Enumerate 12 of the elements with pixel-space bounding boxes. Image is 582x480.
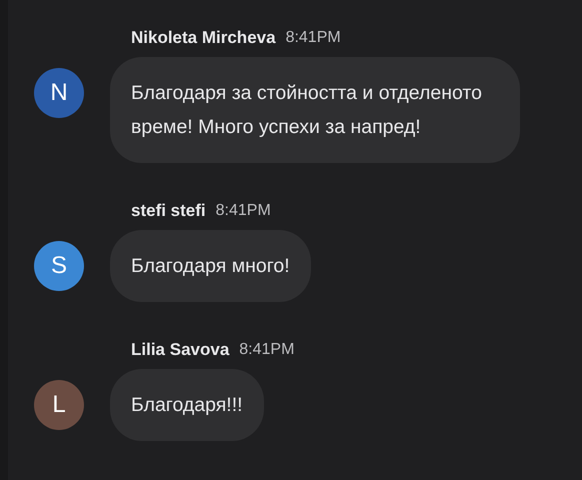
avatar: N bbox=[34, 68, 84, 118]
avatar: S bbox=[34, 241, 84, 291]
avatar: L bbox=[34, 380, 84, 430]
sender-name: Lilia Savova bbox=[131, 339, 230, 362]
message-time: 8:41PM bbox=[216, 201, 271, 221]
message-bubble: Благодаря за стойността и отделеното време! Много успехи за напред! bbox=[110, 57, 520, 163]
message-bubble: Благодаря!!! bbox=[110, 369, 264, 441]
sender-name: stefi stefi bbox=[131, 200, 206, 222]
message-time: 8:41PM bbox=[286, 28, 341, 48]
message-time: 8:41PM bbox=[239, 340, 294, 360]
sender-name: Nikoleta Mircheva bbox=[131, 27, 276, 50]
message-bubble: Благодаря много! bbox=[110, 230, 311, 302]
